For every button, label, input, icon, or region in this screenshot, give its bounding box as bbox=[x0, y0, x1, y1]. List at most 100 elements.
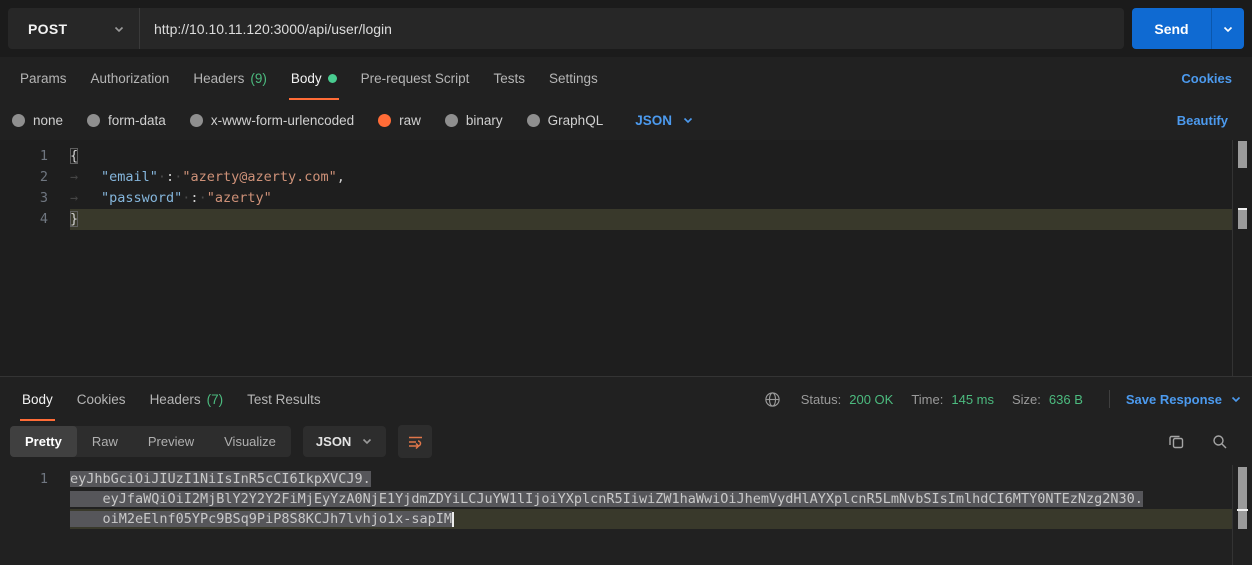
response-tab-headers[interactable]: Headers (7) bbox=[138, 377, 236, 421]
tab-params[interactable]: Params bbox=[8, 57, 79, 100]
response-tab-test-results[interactable]: Test Results bbox=[235, 377, 333, 421]
code-token-dot: · bbox=[199, 190, 207, 206]
body-type-x-www-form-urlencoded[interactable]: x-www-form-urlencoded bbox=[190, 113, 354, 128]
url-group: POST http://10.10.11.120:3000/api/user/l… bbox=[8, 8, 1124, 49]
code-line-content: { bbox=[70, 146, 1232, 167]
request-tabs: Params Authorization Headers (9) Body Pre… bbox=[0, 57, 1252, 100]
text-cursor bbox=[452, 512, 454, 527]
view-visualize[interactable]: Visualize bbox=[209, 426, 291, 457]
body-type-graphql[interactable]: GraphQL bbox=[527, 113, 604, 128]
response-language-dropdown[interactable]: JSON bbox=[303, 426, 386, 457]
code-token-arrow: → bbox=[70, 167, 101, 188]
size-label: Size: bbox=[1012, 392, 1041, 407]
search-icon[interactable] bbox=[1211, 433, 1228, 450]
code-token-string: "azerty@azerty.com" bbox=[182, 169, 336, 185]
line-number: 1 bbox=[0, 469, 70, 489]
code-token-arrow: → bbox=[70, 188, 101, 209]
view-raw[interactable]: Raw bbox=[77, 426, 133, 457]
wrap-lines-button[interactable] bbox=[398, 425, 432, 458]
unsaved-changes-dot bbox=[328, 74, 337, 83]
body-type-raw[interactable]: raw bbox=[378, 113, 421, 128]
tab-label: Headers bbox=[150, 392, 201, 407]
code-line-content: →"password"·:·"azerty" bbox=[70, 188, 1232, 209]
line-number: 1 bbox=[0, 146, 70, 167]
tab-label: Authorization bbox=[91, 71, 170, 86]
send-options-button[interactable] bbox=[1211, 8, 1244, 49]
tab-headers[interactable]: Headers (9) bbox=[181, 57, 279, 100]
response-tab-body[interactable]: Body bbox=[10, 377, 65, 421]
divider bbox=[1109, 390, 1110, 408]
status-value: 200 OK bbox=[849, 392, 893, 407]
network-globe-icon[interactable] bbox=[764, 391, 781, 408]
chevron-down-icon bbox=[361, 435, 373, 447]
response-body[interactable]: 1eyJhbGciOiJIUzI1NiIsInR5cCI6IkpXVCJ9. e… bbox=[0, 461, 1252, 556]
response-tab-cookies[interactable]: Cookies bbox=[65, 377, 138, 421]
response-line-content: oiM2eElnf05YPc9BSq9PiP8S8KCJh7lvhjo1x-sa… bbox=[70, 509, 1232, 529]
radio-selected-icon bbox=[378, 114, 391, 127]
method-dropdown[interactable]: POST bbox=[8, 8, 140, 49]
code-token-dot: · bbox=[158, 169, 166, 185]
body-type-form-data[interactable]: form-data bbox=[87, 113, 166, 128]
response-scrollbar[interactable] bbox=[1232, 465, 1252, 565]
tab-tests[interactable]: Tests bbox=[481, 57, 537, 100]
editor-scrollbar[interactable] bbox=[1232, 140, 1252, 376]
size-value: 636 B bbox=[1049, 392, 1083, 407]
time-value: 145 ms bbox=[951, 392, 994, 407]
option-label: form-data bbox=[108, 113, 166, 128]
radio-icon bbox=[527, 114, 540, 127]
beautify-link[interactable]: Beautify bbox=[1165, 113, 1240, 128]
code-token-bracket: { bbox=[70, 148, 78, 164]
tab-label: Tests bbox=[493, 71, 525, 86]
response-headers-count: (7) bbox=[207, 392, 224, 407]
request-body-editor[interactable]: 1{2→"email"·:·"azerty@azerty.com",3→"pas… bbox=[0, 140, 1252, 376]
response-line: oiM2eElnf05YPc9BSq9PiP8S8KCJh7lvhjo1x-sa… bbox=[0, 509, 1252, 529]
scrollbar-marker bbox=[1238, 141, 1247, 168]
line-number bbox=[0, 489, 70, 509]
code-token-punct: : bbox=[190, 190, 198, 206]
status-label: Status: bbox=[801, 392, 841, 407]
tab-pre-request-script[interactable]: Pre-request Script bbox=[349, 57, 482, 100]
response-lines: 1eyJhbGciOiJIUzI1NiIsInR5cCI6IkpXVCJ9. e… bbox=[0, 469, 1252, 529]
line-number bbox=[0, 509, 70, 529]
tab-label: Cookies bbox=[77, 392, 126, 407]
url-input[interactable]: http://10.10.11.120:3000/api/user/login bbox=[140, 8, 1124, 49]
tab-settings[interactable]: Settings bbox=[537, 57, 610, 100]
code-line: 4} bbox=[0, 209, 1252, 230]
send-button-group: Send bbox=[1132, 8, 1244, 49]
radio-icon bbox=[445, 114, 458, 127]
chevron-down-icon bbox=[113, 23, 125, 35]
raw-language-dropdown[interactable]: JSON bbox=[635, 113, 694, 128]
tab-label: Headers bbox=[193, 71, 244, 86]
code-line-content: →"email"·:·"azerty@azerty.com", bbox=[70, 167, 1232, 188]
code-token-punct: : bbox=[166, 169, 174, 185]
tab-authorization[interactable]: Authorization bbox=[79, 57, 182, 100]
option-label: raw bbox=[399, 113, 421, 128]
code-token-key: "email" bbox=[101, 169, 158, 185]
view-preview[interactable]: Preview bbox=[133, 426, 209, 457]
tab-body[interactable]: Body bbox=[279, 57, 349, 100]
headers-count: (9) bbox=[250, 71, 267, 86]
request-url-bar: POST http://10.10.11.120:3000/api/user/l… bbox=[0, 0, 1252, 57]
tab-label: Test Results bbox=[247, 392, 321, 407]
body-type-binary[interactable]: binary bbox=[445, 113, 503, 128]
chevron-down-icon bbox=[1230, 393, 1242, 405]
response-line: eyJfaWQiOiI2MjBlY2Y2Y2FiMjEyYzA0NjE1Yjdm… bbox=[0, 489, 1252, 509]
response-view-switcher: Pretty Raw Preview Visualize bbox=[10, 426, 291, 457]
copy-icon[interactable] bbox=[1168, 433, 1185, 450]
body-type-none[interactable]: none bbox=[12, 113, 63, 128]
response-meta: Status: 200 OK Time: 145 ms Size: 636 B … bbox=[764, 377, 1242, 421]
tab-label: Settings bbox=[549, 71, 598, 86]
method-label: POST bbox=[28, 21, 67, 37]
option-label: none bbox=[33, 113, 63, 128]
cookies-link[interactable]: Cookies bbox=[1169, 57, 1244, 100]
code-line: 1{ bbox=[0, 146, 1252, 167]
tab-label: Pre-request Script bbox=[361, 71, 470, 86]
scrollbar-thumb bbox=[1238, 467, 1247, 529]
send-button[interactable]: Send bbox=[1132, 8, 1211, 49]
save-response-dropdown[interactable]: Save Response bbox=[1126, 392, 1242, 407]
response-token-text: oiM2eElnf05YPc9BSq9PiP8S8KCJh7lvhjo1x-sa… bbox=[70, 511, 452, 527]
line-number: 3 bbox=[0, 188, 70, 209]
view-pretty[interactable]: Pretty bbox=[10, 426, 77, 457]
response-token-text: eyJhbGciOiJIUzI1NiIsInR5cCI6IkpXVCJ9. bbox=[70, 471, 371, 487]
response-line-content: eyJfaWQiOiI2MjBlY2Y2Y2FiMjEyYzA0NjE1Yjdm… bbox=[70, 489, 1232, 509]
